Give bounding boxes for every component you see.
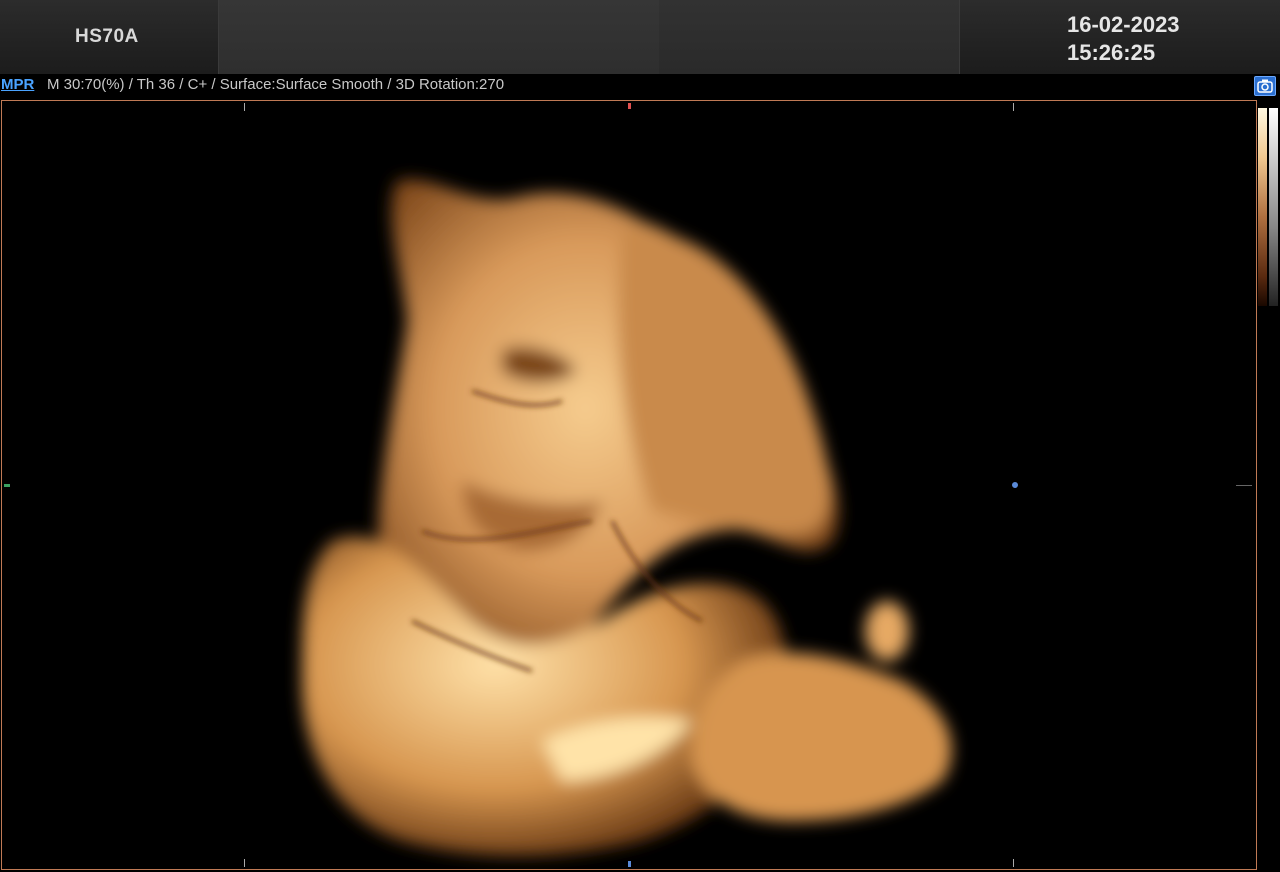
render-parameters: M 30:70(%) / Th 36 / C+ / Surface:Surfac… (47, 76, 505, 93)
imaging-parameters-bar: MPR M 30:70(%) / Th 36 / C+ / Surface:Su… (0, 74, 1280, 98)
3d-render-viewport[interactable] (1, 100, 1257, 870)
top-left-marker (244, 103, 245, 111)
bottom-right-marker (1013, 859, 1014, 867)
exam-date: 16-02-2023 (1067, 12, 1180, 37)
exam-time: 15:26:25 (1067, 40, 1156, 65)
patient-info-panel (218, 0, 960, 74)
bottom-left-marker (244, 859, 245, 867)
gray-scale-bar (1269, 108, 1278, 306)
top-center-marker (628, 103, 631, 109)
render-color-scale (1258, 108, 1267, 306)
camera-view-icon[interactable] (1254, 76, 1276, 96)
top-header-bar: HS70A 16-02-2023 15:26:25 (0, 0, 1280, 74)
bottom-center-marker (628, 861, 631, 867)
fetal-3d-render (302, 179, 952, 856)
date-time: 16-02-2023 15:26:25 (1067, 11, 1180, 67)
rotation-center-point[interactable] (1012, 482, 1018, 488)
top-right-marker (1013, 103, 1014, 111)
patient-info-subpanel (219, 0, 659, 74)
right-center-marker (1236, 485, 1252, 486)
left-center-marker (4, 484, 10, 487)
device-model: HS70A (75, 26, 139, 47)
mpr-mode-link[interactable]: MPR (1, 74, 34, 96)
